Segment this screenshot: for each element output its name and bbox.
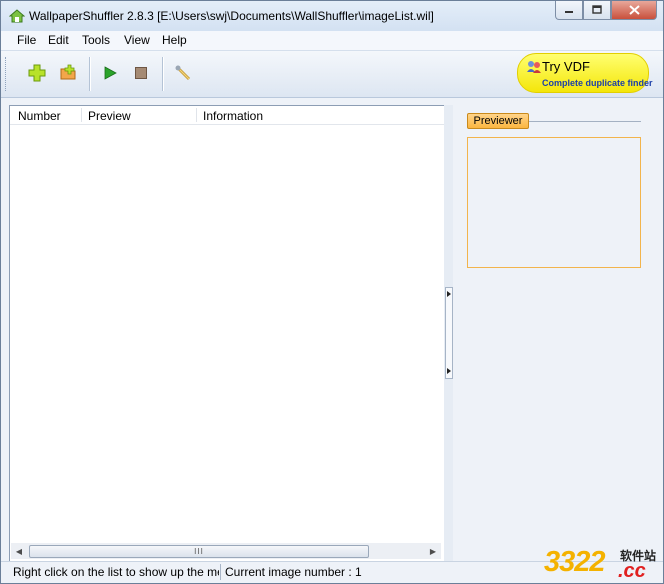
previewer-divider: [529, 121, 641, 122]
toolbar-separator: [162, 57, 164, 91]
status-current-image: Current image number : 1: [225, 565, 362, 579]
close-icon: [628, 5, 640, 15]
app-window: WallpaperShuffler 2.8.3 [E:\Users\swj\Do…: [0, 0, 664, 584]
menu-file[interactable]: File: [17, 33, 36, 47]
minimize-icon: [565, 11, 573, 13]
arrow-right-icon: [447, 291, 451, 297]
scroll-grip: III: [194, 547, 204, 556]
watermark-digits: 3322: [544, 546, 606, 578]
title-bar[interactable]: WallpaperShuffler 2.8.3 [E:\Users\swj\Do…: [1, 1, 663, 31]
preview-image-area: [467, 137, 641, 268]
add-folder-button[interactable]: [56, 61, 80, 85]
minimize-button[interactable]: [555, 1, 583, 20]
menu-view[interactable]: View: [124, 33, 150, 47]
chevron-right-icon: ▶: [429, 546, 437, 556]
previewer-tab[interactable]: Previewer: [467, 113, 529, 129]
window-title: WallpaperShuffler 2.8.3 [E:\Users\swj\Do…: [29, 9, 434, 23]
try-vdf-button[interactable]: Try VDF Complete duplicate finder: [517, 53, 653, 93]
previewer-tab-label: Previewer: [473, 115, 523, 127]
stop-icon: [135, 67, 147, 79]
status-hint: Right click on the list to show up the m…: [13, 565, 219, 579]
settings-wand-icon: [175, 65, 191, 81]
column-number[interactable]: Number: [18, 109, 61, 123]
app-house-icon: [8, 8, 26, 24]
add-icon: [28, 64, 46, 82]
horizontal-scrollbar[interactable]: ◀ III ▶: [11, 543, 441, 559]
chevron-left-icon: ◀: [15, 546, 23, 556]
play-icon: [104, 66, 117, 80]
menu-help[interactable]: Help: [162, 33, 187, 47]
toolbar-separator: [89, 57, 91, 91]
list-header: Number Preview Information: [10, 106, 444, 125]
maximize-button[interactable]: [583, 1, 611, 20]
window-controls: [555, 1, 657, 20]
play-button[interactable]: [98, 61, 122, 85]
scroll-right-button[interactable]: ▶: [425, 543, 441, 559]
menu-edit[interactable]: Edit: [48, 33, 69, 47]
image-list[interactable]: Number Preview Information: [9, 105, 445, 563]
close-button[interactable]: [611, 1, 657, 20]
menu-bar: File Edit Tools View Help: [1, 31, 663, 51]
column-preview[interactable]: Preview: [88, 109, 131, 123]
watermark-logo: 3322 软件站 .cc: [544, 544, 662, 582]
open-list-icon: [60, 64, 76, 80]
column-divider[interactable]: [81, 108, 82, 122]
vdf-users-icon: [526, 59, 542, 75]
column-information[interactable]: Information: [203, 109, 263, 123]
status-separator: [220, 564, 221, 580]
add-images-button[interactable]: [25, 61, 49, 85]
maximize-icon: [592, 5, 602, 14]
column-divider[interactable]: [196, 108, 197, 122]
vdf-title: Try VDF: [542, 59, 590, 74]
toolbar-grip[interactable]: [5, 57, 9, 91]
stop-button[interactable]: [129, 61, 153, 85]
scroll-thumb[interactable]: III: [29, 545, 369, 558]
arrow-right-icon: [447, 368, 451, 374]
watermark-suffix: .cc: [618, 560, 646, 582]
menu-tools[interactable]: Tools: [82, 33, 110, 47]
scroll-left-button[interactable]: ◀: [11, 543, 27, 559]
vdf-subtitle: Complete duplicate finder: [542, 78, 653, 88]
splitter-collapse-handle[interactable]: [445, 287, 453, 379]
settings-button[interactable]: [171, 61, 195, 85]
